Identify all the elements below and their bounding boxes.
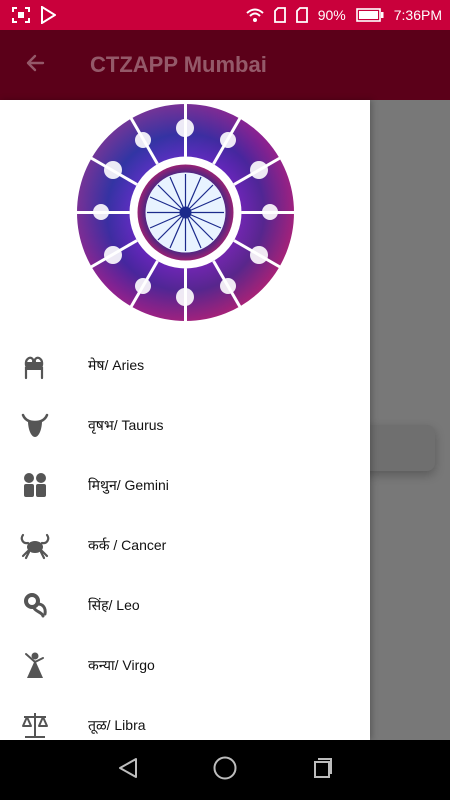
leo-icon [0, 590, 70, 620]
play-store-icon [40, 6, 56, 24]
taurus-icon [0, 410, 70, 440]
clock: 7:36PM [393, 7, 442, 23]
back-triangle-icon[interactable] [116, 756, 140, 785]
virgo-icon [0, 650, 70, 680]
menu-item-label: सिंह/ Leo [88, 596, 140, 613]
menu-item-leo[interactable]: सिंह/ Leo [0, 575, 370, 635]
background-card [360, 425, 435, 471]
battery-icon [355, 8, 384, 22]
status-bar: 90% 7:36PM [0, 0, 450, 30]
menu-item-label: कर्क / Cancer [88, 536, 167, 553]
recents-square-icon[interactable] [310, 756, 334, 785]
navigation-drawer: मेष/ Aries वृषभ/ Taurus मिथुन/ Gemini कर… [0, 100, 370, 740]
libra-icon [0, 710, 70, 740]
menu-item-label: मिथुन/ Gemini [88, 476, 169, 493]
zodiac-wheel-image [73, 101, 297, 324]
drawer-header [0, 100, 370, 325]
system-nav-bar [0, 740, 450, 800]
gemini-icon [0, 470, 70, 500]
screenshot-icon [12, 7, 30, 23]
app-title: CTZAPP Mumbai [90, 52, 267, 77]
menu-item-gemini[interactable]: मिथुन/ Gemini [0, 455, 370, 515]
menu-item-taurus[interactable]: वृषभ/ Taurus [0, 395, 370, 455]
menu-item-virgo[interactable]: कन्या/ Virgo [0, 635, 370, 695]
aries-icon [0, 350, 70, 380]
cancer-icon [0, 530, 70, 560]
zodiac-menu: मेष/ Aries वृषभ/ Taurus मिथुन/ Gemini कर… [0, 335, 370, 740]
sim-card-icon [295, 7, 308, 23]
menu-item-aries[interactable]: मेष/ Aries [0, 335, 370, 395]
menu-item-label: मेष/ Aries [88, 356, 145, 373]
menu-item-libra[interactable]: तूळ/ Libra [0, 695, 370, 740]
menu-item-cancer[interactable]: कर्क / Cancer [0, 515, 370, 575]
menu-item-label: वृषभ/ Taurus [88, 416, 164, 433]
wifi-icon [246, 8, 264, 22]
back-button[interactable] [0, 30, 70, 100]
home-circle-icon[interactable] [212, 755, 238, 786]
app-bar: CTZAPP Mumbai [0, 30, 450, 100]
menu-item-label: तूळ/ Libra [88, 716, 146, 733]
battery-percent: 90% [317, 7, 346, 23]
arrow-back-icon [23, 51, 47, 80]
sim-card-icon [273, 7, 286, 23]
menu-item-label: कन्या/ Virgo [88, 656, 155, 673]
